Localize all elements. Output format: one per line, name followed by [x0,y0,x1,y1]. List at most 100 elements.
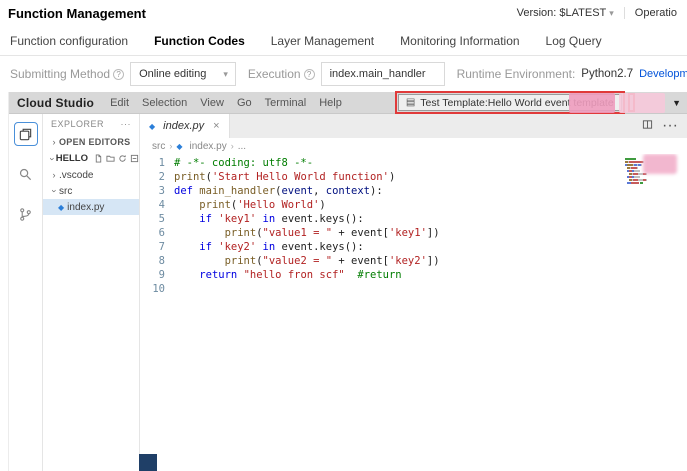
chevron-down-icon: ▾ [223,69,228,80]
line-number: 10 [140,282,174,296]
code-line[interactable]: 5 if 'key1' in event.keys(): [140,212,687,226]
tab-function-codes[interactable]: Function Codes [154,34,245,48]
ide-body: EXPLORER ··· › OPEN EDITORS › HELLO ›.vs… [9,114,687,471]
tab-function-configuration[interactable]: Function configuration [10,34,128,48]
divider [624,7,625,19]
python-file-icon: ◆ [176,142,182,151]
tree-item-label: src [59,186,72,197]
source-control-icon[interactable] [14,202,38,226]
menu-view[interactable]: View [200,97,224,109]
code-line[interactable]: 1# -*- coding: utf8 -*- [140,156,687,170]
explorer-tree: ›.vscode›src◆index.py [43,167,139,215]
line-number: 3 [140,184,174,198]
code-lines: 1# -*- coding: utf8 -*-2print('Start Hel… [140,156,687,296]
explorer-header: EXPLORER ··· [43,119,139,134]
header-actions: Version: $LATEST▾ Operatio [517,7,677,19]
info-icon[interactable]: ? [113,69,124,80]
line-number: 6 [140,226,174,240]
line-number: 1 [140,156,174,170]
menu-edit[interactable]: Edit [110,97,129,109]
chevron-down-icon: › [49,186,59,196]
project-header[interactable]: › HELLO [43,150,139,167]
activity-bar [9,114,43,471]
version-select[interactable]: Version: $LATEST▾ [517,7,614,19]
code-line[interactable]: 3def main_handler(event, context): [140,184,687,198]
editor-area: ◆ index.py × ··· src › ◆ index.py › ... [140,114,687,471]
editor-tab-index-py[interactable]: ◆ index.py × [140,114,230,138]
chevron-right-icon: › [231,141,234,151]
ide-menus: Edit Selection View Go Terminal Help [110,97,355,109]
tab-monitoring-information[interactable]: Monitoring Information [400,34,519,48]
chevron-right-icon: › [169,141,172,151]
open-editors-label: OPEN EDITORS [59,137,130,147]
config-bar: Submitting Method? Online editing▾ Execu… [0,56,687,92]
more-actions-icon[interactable]: ··· [662,117,678,135]
chevron-right-icon: › [49,170,59,180]
new-folder-icon[interactable] [106,154,115,163]
editor-tab-strip: ◆ index.py × ··· [140,114,687,138]
execution-label: Execution? [248,67,315,81]
line-number: 4 [140,198,174,212]
tab-log-query[interactable]: Log Query [546,34,602,48]
code-editor[interactable]: 1# -*- coding: utf8 -*-2print('Start Hel… [140,154,687,471]
close-icon[interactable]: × [213,120,219,132]
search-icon[interactable] [14,162,38,186]
ide-menu-bar: Cloud Studio EditSelectionViewGoTerminal… [9,92,687,114]
editor-tab-label: index.py [163,120,204,132]
tab-layer-management[interactable]: Layer Management [271,34,374,48]
line-number: 5 [140,212,174,226]
redaction-pink [619,93,665,113]
page-header: Function Management Version: $LATEST▾ Op… [0,0,687,26]
tree-item-label: index.py [67,202,104,213]
editor-strip-actions: ··· [642,114,687,138]
line-number: 7 [140,240,174,254]
open-editors-section[interactable]: › OPEN EDITORS [43,134,139,150]
line-number: 9 [140,268,174,282]
function-management-page: Function Management Version: $LATEST▾ Op… [0,0,687,471]
submitting-method-select[interactable]: Online editing▾ [130,62,236,86]
split-editor-icon[interactable] [642,117,653,135]
code-line[interactable]: 8 print("value2 = " + event['key2']) [140,254,687,268]
refresh-icon[interactable] [118,154,127,163]
tree-item--vscode[interactable]: ›.vscode [43,167,139,183]
redaction-pink [569,93,615,113]
project-label: HELLO [56,153,88,164]
line-number: 8 [140,254,174,268]
line-number: 2 [140,170,174,184]
tree-item-index-py[interactable]: ◆index.py [43,199,139,215]
breadcrumb-item[interactable]: index.py [190,141,227,152]
new-file-icon[interactable] [94,154,103,163]
breadcrumb[interactable]: src › ◆ index.py › ... [140,138,687,154]
operation-menu[interactable]: Operatio [635,7,677,19]
info-icon[interactable]: ? [304,69,315,80]
tab-bar: Function configuration Function Codes Laye… [0,26,687,56]
tree-item-src[interactable]: ›src [43,183,139,199]
code-line[interactable]: 4 print('Hello World') [140,198,687,212]
menu-terminal[interactable]: Terminal [265,97,307,109]
redaction-pink [643,154,677,174]
code-line[interactable]: 9 return "hello fron scf" #return [140,268,687,282]
explorer-title: EXPLORER [51,119,104,129]
code-line[interactable]: 10 [140,282,687,296]
explorer-icon[interactable] [14,122,38,146]
explorer-panel: EXPLORER ··· › OPEN EDITORS › HELLO ›.vs… [43,114,140,471]
more-actions-icon[interactable]: ··· [121,119,132,129]
breadcrumb-item[interactable]: ... [238,141,246,152]
menu-selection[interactable]: Selection [142,97,187,109]
chevron-down-icon: › [49,154,56,164]
runtime-value: Python2.7 [581,68,633,80]
breadcrumb-item[interactable]: src [152,141,165,152]
tree-item-label: .vscode [59,170,93,181]
code-line[interactable]: 7 if 'key2' in event.keys(): [140,240,687,254]
code-line[interactable]: 2print('Start Hello World function') [140,170,687,184]
execution-input[interactable] [321,62,445,86]
menu-help[interactable]: Help [319,97,342,109]
chevron-right-icon: › [49,137,59,147]
collapse-ide-icon[interactable]: ▼ [672,98,681,108]
template-list-icon: ▤ [406,97,415,108]
tutorial-link[interactable]: Development Tutorial of Python2.7 ⧉ [639,68,687,81]
menu-go[interactable]: Go [237,97,252,109]
collapse-all-icon[interactable] [130,154,139,163]
python-file-icon: ◆ [149,122,155,131]
code-line[interactable]: 6 print("value1 = " + event['key1']) [140,226,687,240]
